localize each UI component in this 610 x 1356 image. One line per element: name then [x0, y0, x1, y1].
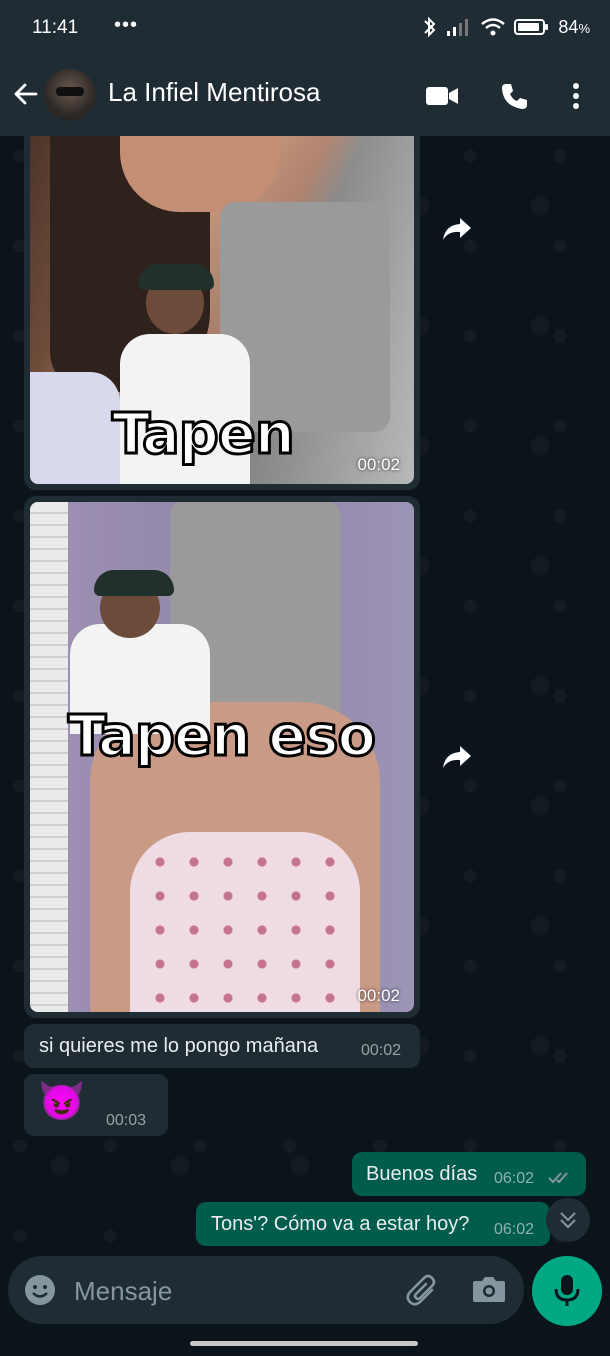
forward-icon [443, 746, 471, 768]
avatar[interactable] [44, 69, 96, 121]
microphone-icon [554, 1275, 580, 1306]
more-options-button[interactable] [556, 76, 596, 116]
chat-area[interactable]: Tapen eso 00:02 Tapen eso 00:02 [0, 136, 610, 1256]
message-time: 00:03 [106, 1112, 147, 1129]
message-bubble-incoming[interactable]: si quieres me lo pongo mañana 00:02 [24, 1024, 420, 1068]
face-shape [120, 136, 280, 212]
camera-button[interactable] [472, 1274, 506, 1308]
navigation-handle[interactable] [190, 1341, 418, 1346]
message-time: 00:02 [357, 455, 400, 474]
video-caption: Tapen eso [67, 703, 378, 771]
avatar-mask-shape [56, 87, 84, 96]
video-thumbnail[interactable]: Tapen eso 00:02 [30, 136, 414, 484]
message-bubble-outgoing[interactable]: Buenos días 06:02 [352, 1152, 586, 1196]
wifi-icon [481, 18, 506, 36]
read-ticks-icon [548, 1172, 568, 1184]
message-bubble-outgoing[interactable]: Tons'? Cómo va a estar hoy? 06:02 [196, 1202, 550, 1246]
battery-percent: 84% [558, 16, 590, 37]
paperclip-icon [406, 1274, 436, 1306]
bluetooth-icon [424, 16, 436, 38]
message-text: si quieres me lo pongo mañana [39, 1035, 319, 1057]
contact-name[interactable]: La Infiel Mentirosa [108, 77, 320, 108]
status-bar: 11:41 ••• 84% [0, 0, 610, 58]
floral-pattern-shape [140, 842, 350, 1012]
video-message[interactable]: Tapen eso 00:02 [24, 496, 420, 1018]
emoji-icon [25, 1275, 55, 1305]
video-thumbnail[interactable]: Tapen eso 00:02 [30, 502, 414, 1012]
message-time: 06:02 [494, 1221, 535, 1238]
cap-shape [94, 570, 174, 596]
message-composer [8, 1256, 524, 1324]
camera-icon [473, 1277, 505, 1302]
notification-dots: ••• [114, 14, 139, 36]
fabric-shape [30, 372, 120, 484]
video-call-button[interactable] [422, 76, 462, 116]
status-time: 11:41 [32, 17, 79, 38]
shutter-shape [30, 502, 68, 1012]
voice-call-icon [502, 84, 527, 109]
signal-icon [447, 19, 469, 36]
video-message[interactable]: Tapen eso 00:02 [24, 136, 420, 490]
message-input[interactable] [72, 1270, 376, 1312]
chevron-double-down-icon [560, 1212, 576, 1229]
message-text: Tons'? Cómo va a estar hoy? [211, 1213, 470, 1235]
voice-message-button[interactable] [532, 1256, 602, 1326]
chat-header: La Infiel Mentirosa [0, 58, 610, 136]
battery-icon [514, 19, 549, 35]
video-call-icon [426, 87, 458, 105]
message-time: 06:02 [494, 1170, 535, 1187]
forward-button[interactable] [440, 740, 474, 774]
forward-button[interactable] [440, 212, 474, 246]
forward-icon [443, 218, 471, 240]
cap-shape [138, 264, 214, 290]
attach-button[interactable] [406, 1272, 442, 1308]
status-icons: 84% [422, 15, 590, 39]
scroll-to-bottom-button[interactable] [546, 1198, 590, 1242]
emoji-button[interactable] [24, 1274, 56, 1306]
voice-call-button[interactable] [494, 76, 534, 116]
message-text: Buenos días [366, 1163, 478, 1185]
emoji-message: 😈 [38, 1081, 86, 1123]
message-time: 00:02 [357, 986, 400, 1005]
more-options-icon [573, 83, 579, 109]
message-time: 00:02 [361, 1042, 402, 1059]
back-button[interactable] [8, 76, 44, 112]
back-arrow-icon [14, 83, 38, 105]
message-bubble-incoming[interactable]: 😈 00:03 [24, 1074, 168, 1136]
